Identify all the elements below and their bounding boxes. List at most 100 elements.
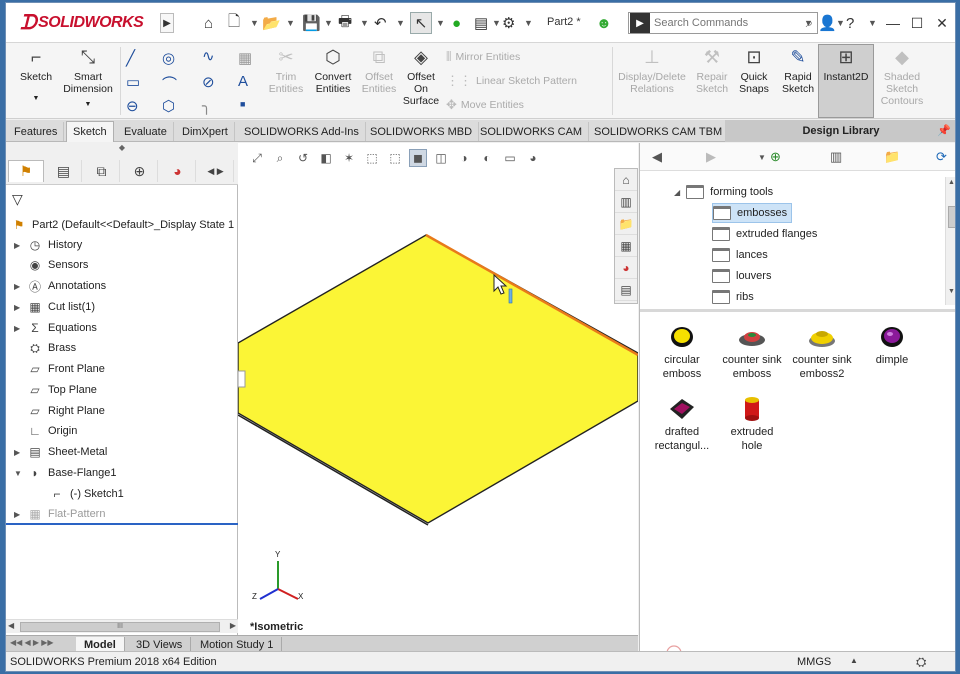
collapse-icon[interactable]: ▼ [14, 469, 26, 478]
trim-entities-button[interactable]: ✂ Trim Entities [264, 45, 308, 95]
maximize-icon[interactable]: ☐ [906, 12, 928, 34]
options-dropdown-icon[interactable]: ▼ [524, 12, 533, 34]
expand-icon[interactable]: ▶ [14, 303, 26, 312]
tab-sketch[interactable]: Sketch [66, 121, 114, 142]
part-model-svg[interactable]: Y X Z [238, 143, 638, 635]
tab-mbd[interactable]: SOLIDWORKS MBD [364, 122, 480, 141]
point-icon[interactable]: ■ [240, 99, 245, 109]
expand-icon[interactable]: ▶ [14, 324, 26, 333]
dl-item-dimple[interactable]: dimple [856, 323, 928, 367]
dl-node-forming-tools[interactable]: ◢ forming tools [674, 182, 773, 202]
polygon-icon[interactable]: ⬡ [162, 97, 175, 115]
tree-item-base-flange[interactable]: ▼ ◗ Base-Flange1 [14, 463, 117, 483]
save-dropdown-icon[interactable]: ▼ [324, 12, 333, 34]
add-file-location-icon[interactable]: ▥ [830, 149, 842, 165]
unit-system[interactable]: MMGS [797, 656, 831, 668]
customize-icon[interactable]: ⛭ [916, 654, 926, 670]
tree-item-top-plane[interactable]: ▱ Top Plane [14, 380, 97, 400]
tab-3d-views[interactable]: 3D Views [128, 637, 192, 652]
tab-evaluate[interactable]: Evaluate [118, 122, 174, 141]
solidworks-logo[interactable]: ᗪ SOLIDWORKS [20, 11, 144, 35]
tree-item-material[interactable]: ⛭ Brass [14, 338, 76, 358]
file-properties-icon[interactable]: ▤ [474, 12, 488, 34]
linear-sketch-pattern-button[interactable]: ⋮⋮ Linear Sketch Pattern [446, 73, 577, 89]
tree-item-history[interactable]: ▶ ◷ History [14, 235, 82, 255]
view-cube-handle[interactable] [238, 370, 246, 388]
tab-features[interactable]: Features [8, 122, 65, 141]
help-icon[interactable]: ? [846, 12, 854, 34]
scroll-up-icon[interactable]: ▲ [946, 179, 955, 186]
select-pointer-icon[interactable]: ↖ [410, 12, 432, 34]
properties-dropdown-icon[interactable]: ▼ [492, 12, 501, 34]
slot-icon[interactable]: ⊖ [126, 97, 139, 115]
user-account-icon[interactable]: 👤 [818, 12, 837, 34]
tree-item-sheet-metal[interactable]: ▶ ▤ Sheet-Metal [14, 442, 107, 462]
display-manager-tab-icon[interactable]: ◕ [160, 160, 196, 182]
sheet-metal-plate[interactable] [238, 234, 638, 524]
search-dropdown-icon[interactable]: ▼ [804, 12, 813, 34]
configuration-manager-tab-icon[interactable]: ⧉ [84, 160, 120, 182]
menu-expand-arrow-icon[interactable]: ▶ [160, 13, 174, 33]
panel-collapse-handle[interactable]: ◆ [6, 143, 238, 157]
offset-entities-button[interactable]: ⧉ Offset Entities [358, 45, 400, 95]
tab-addins[interactable]: SOLIDWORKS Add-Ins [238, 122, 366, 141]
display-delete-relations-button[interactable]: ⊥ Display/Delete Relations [614, 45, 690, 95]
dl-node-lances[interactable]: lances [712, 245, 768, 265]
tree-item-annotations[interactable]: ▶ Ⓐ Annotations [14, 276, 106, 296]
mirror-entities-button[interactable]: ⫴ Mirror Entities [446, 49, 520, 65]
shaded-sketch-contours-button[interactable]: ◆ Shaded Sketch Contours [876, 45, 928, 107]
grid-icon[interactable]: ▦ [238, 49, 252, 67]
sketch-dropdown-icon[interactable]: ▼ [33, 93, 40, 105]
dl-item-circular-emboss[interactable]: circular emboss [646, 323, 718, 381]
units-dropdown-icon[interactable]: ▲ [850, 656, 858, 665]
offset-on-surface-button[interactable]: ◈ Offset On Surface [402, 45, 440, 107]
new-document-icon[interactable]: 🗋 [228, 12, 240, 34]
smart-dimension-dropdown-icon[interactable]: ▼ [85, 99, 92, 111]
instant2d-button[interactable]: ⊞ Instant2D [818, 44, 874, 118]
graphics-area[interactable]: ⤢ ⌕ ↺ ◧ ✶ ⬚ ⬚ ◼ ◫ ◑ ◐ ▭ ◕ Y X Z *Isometr… [238, 143, 638, 635]
tab-cam[interactable]: SOLIDWORKS CAM [474, 122, 590, 141]
search-commands-input[interactable] [654, 17, 784, 29]
search-commands-box[interactable]: ▶ ⌕ [628, 12, 818, 34]
tree-horizontal-scrollbar[interactable]: ◀ III ▶ [6, 619, 238, 633]
forward-icon[interactable]: ▶ [706, 149, 716, 165]
print-dropdown-icon[interactable]: ▼ [360, 12, 369, 34]
tree-item-right-plane[interactable]: ▱ Right Plane [14, 401, 105, 421]
feature-manager-tab-icon[interactable]: ⚑ [8, 160, 44, 182]
expand-icon[interactable]: ▶ [14, 241, 26, 250]
back-icon[interactable]: ◀ [652, 149, 662, 165]
scroll-thumb[interactable]: III [20, 622, 220, 632]
quick-snaps-button[interactable]: ⊡ Quick Snaps [734, 45, 774, 95]
tree-root-part[interactable]: ⚑ Part2 (Default<<Default>_Display State… [10, 215, 234, 235]
tab-model[interactable]: Model [76, 637, 125, 652]
options-gear-icon[interactable]: ⚙ [502, 12, 515, 34]
dimxpert-manager-tab-icon[interactable]: ⊕ [122, 160, 158, 182]
close-icon[interactable]: ✕ [931, 12, 953, 34]
select-dropdown-icon[interactable]: ▼ [436, 12, 445, 34]
collapse-icon[interactable]: ◢ [674, 188, 680, 197]
arc-icon[interactable]: ⌒ [162, 73, 177, 94]
expand-icon[interactable]: ▶ [14, 510, 26, 519]
rebuild-traffic-light-icon[interactable]: ● [452, 12, 461, 34]
file-explorer-icon[interactable]: 📁 [615, 213, 637, 235]
dl-node-embosses[interactable]: embosses [712, 203, 793, 223]
tree-item-front-plane[interactable]: ▱ Front Plane [14, 359, 105, 379]
history-dropdown-icon[interactable]: ▼ [758, 153, 766, 162]
tree-item-sensors[interactable]: ◉ Sensors [14, 255, 89, 275]
scroll-down-icon[interactable]: ▼ [946, 288, 955, 295]
dl-node-extruded-flanges[interactable]: extruded flanges [712, 224, 817, 244]
dl-item-counter-sink-emboss2[interactable]: counter sink emboss2 [786, 323, 858, 381]
print-icon[interactable]: 🖶 [338, 12, 352, 34]
dl-item-drafted-rectangular[interactable]: drafted rectangul... [646, 395, 718, 453]
rectangle-icon[interactable]: ▭ [126, 73, 140, 91]
rapid-sketch-button[interactable]: ✎ Rapid Sketch [778, 45, 818, 95]
new-dropdown-icon[interactable]: ▼ [250, 12, 259, 34]
tree-item-sketch1[interactable]: ⌐ (-) Sketch1 [36, 484, 123, 504]
tab-dimxpert[interactable]: DimXpert [176, 122, 235, 141]
move-entities-button[interactable]: ✥ Move Entities [446, 97, 524, 113]
account-dropdown-icon[interactable]: ▼ [836, 12, 845, 34]
open-dropdown-icon[interactable]: ▼ [286, 12, 295, 34]
tree-item-origin[interactable]: ∟ Origin [14, 421, 77, 441]
undo-icon[interactable]: ↶ [374, 12, 387, 34]
circle-icon[interactable]: ◎ [162, 49, 175, 67]
